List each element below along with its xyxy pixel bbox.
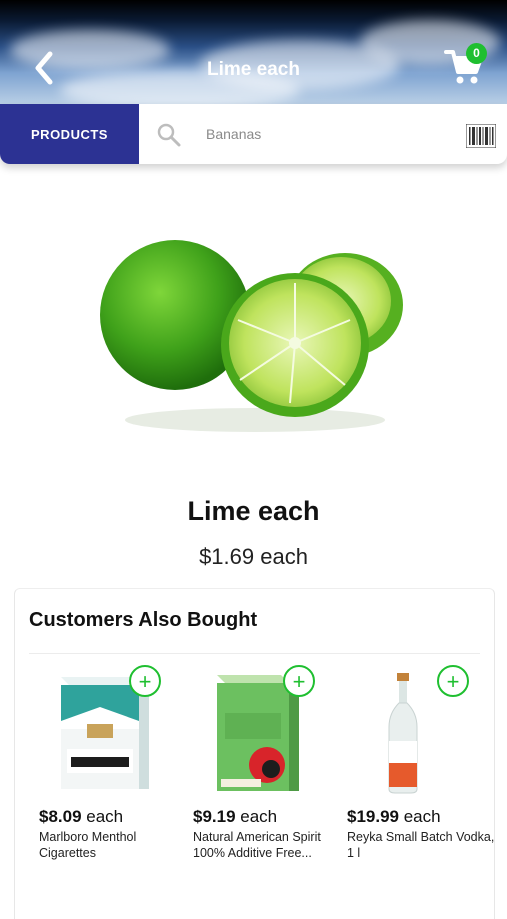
section-title: Customers Also Bought [29, 609, 258, 631]
product-name: Lime each [187, 496, 320, 526]
list-item[interactable]: + $9.19 each Natural American Spirit 100… [185, 665, 335, 889]
item-name: Marlboro Menthol Cigarettes [39, 830, 137, 860]
item-price: $8.09 each [39, 807, 124, 826]
search-icon [157, 123, 181, 147]
item-price: $19.99 each [347, 807, 441, 826]
list-item[interactable]: + $8.09 each Marlboro Menthol Cigarettes [31, 665, 181, 889]
product-image-lime [100, 240, 403, 432]
item-name: Natural American Spirit 100% Additive Fr… [193, 830, 321, 860]
search-bar: PRODUCTS [0, 104, 507, 164]
add-to-cart-button[interactable]: + [283, 665, 315, 697]
header-bar: Lime each 0 [0, 0, 507, 104]
add-to-cart-button[interactable]: + [437, 665, 469, 697]
page-title: Lime each [207, 59, 300, 80]
products-button[interactable]: PRODUCTS [0, 104, 139, 164]
cart-count-badge: 0 [466, 43, 487, 64]
search-input[interactable] [200, 120, 462, 148]
divider [29, 653, 480, 654]
item-name: Reyka Small Batch Vodka, 1 l [347, 830, 495, 860]
barcode-icon[interactable] [466, 124, 496, 148]
add-to-cart-button[interactable]: + [129, 665, 161, 697]
product-price: $1.69 each [199, 544, 308, 569]
customers-also-bought-section: Customers Also Bought + $8.09 each Marlb… [14, 588, 495, 919]
list-item[interactable]: + $19.99 each Reyka Small Batch Vodka, 1… [339, 665, 494, 889]
item-price: $9.19 each [193, 807, 278, 826]
